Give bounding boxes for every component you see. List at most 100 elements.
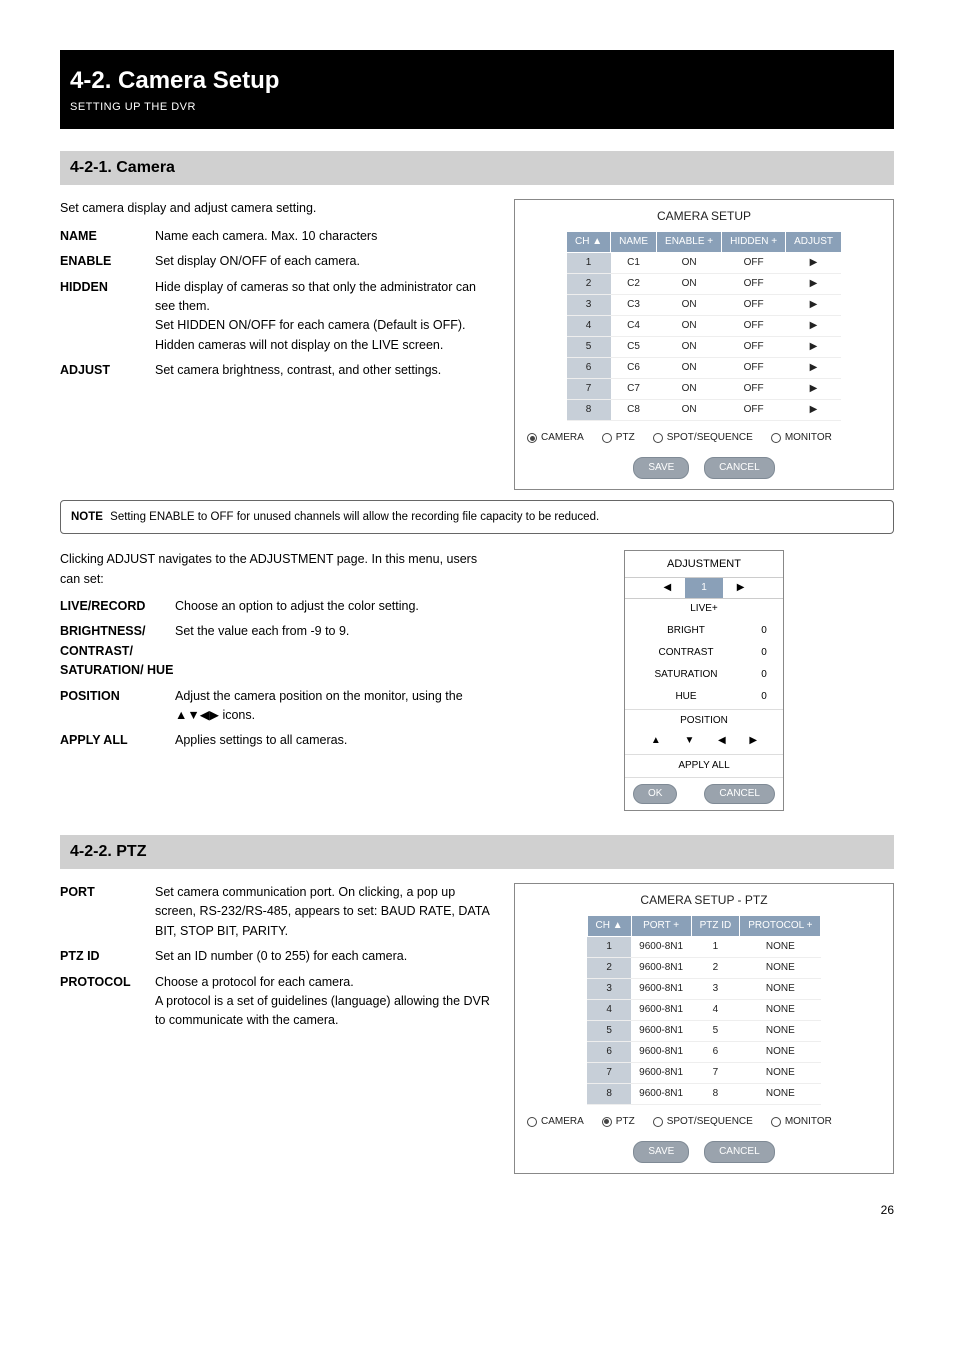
cell-ch[interactable]: 8: [587, 1083, 631, 1104]
cell-value[interactable]: ▶: [786, 295, 842, 316]
cell-value[interactable]: ON: [657, 295, 722, 316]
cell-ch[interactable]: 6: [587, 1041, 631, 1062]
cell-value[interactable]: ON: [657, 337, 722, 358]
cell-value[interactable]: OFF: [722, 358, 786, 379]
col-hidden[interactable]: HIDDEN +: [722, 232, 786, 253]
cell-value[interactable]: 3: [691, 978, 740, 999]
cell-value[interactable]: 9600-8N1: [631, 936, 691, 957]
cell-value[interactable]: 4: [691, 999, 740, 1020]
cell-ch[interactable]: 4: [587, 999, 631, 1020]
adjustment-live-toggle[interactable]: LIVE+: [625, 599, 783, 619]
cell-ch[interactable]: 3: [567, 295, 611, 316]
tab-radio[interactable]: SPOT/SEQUENCE: [653, 431, 753, 445]
cell-ch[interactable]: 5: [567, 337, 611, 358]
save-button[interactable]: SAVE: [633, 457, 689, 479]
cell-value[interactable]: NONE: [740, 978, 821, 999]
adjustment-row[interactable]: HUE0: [627, 687, 781, 707]
cell-value[interactable]: C6: [611, 358, 657, 379]
cell-value[interactable]: NONE: [740, 1062, 821, 1083]
cancel-button[interactable]: CANCEL: [704, 457, 775, 479]
col-port[interactable]: PORT +: [631, 915, 691, 936]
tab-radio[interactable]: PTZ: [602, 431, 635, 445]
ok-button[interactable]: OK: [633, 784, 677, 804]
cell-value[interactable]: 8: [691, 1083, 740, 1104]
cell-value[interactable]: OFF: [722, 274, 786, 295]
cell-value[interactable]: 6: [691, 1041, 740, 1062]
cell-value[interactable]: C1: [611, 253, 657, 274]
cell-value[interactable]: 9600-8N1: [631, 1083, 691, 1104]
cell-ch[interactable]: 2: [567, 274, 611, 295]
tab-radio[interactable]: CAMERA: [527, 431, 584, 445]
cell-value[interactable]: NONE: [740, 1020, 821, 1041]
cell-ch[interactable]: 7: [587, 1062, 631, 1083]
tab-radio[interactable]: CAMERA: [527, 1115, 584, 1129]
cell-value[interactable]: 9600-8N1: [631, 957, 691, 978]
cell-ch[interactable]: 8: [567, 400, 611, 421]
cell-value[interactable]: ON: [657, 358, 722, 379]
cell-value[interactable]: 9600-8N1: [631, 978, 691, 999]
position-left-icon[interactable]: ◀: [718, 734, 726, 748]
cell-value[interactable]: 7: [691, 1062, 740, 1083]
cell-value[interactable]: NONE: [740, 1041, 821, 1062]
tab-radio[interactable]: MONITOR: [771, 431, 832, 445]
apply-all-button[interactable]: APPLY ALL: [625, 754, 783, 778]
col-ch[interactable]: CH ▲: [567, 232, 611, 253]
cell-value[interactable]: ▶: [786, 337, 842, 358]
col-name[interactable]: NAME: [611, 232, 657, 253]
cell-value[interactable]: ON: [657, 253, 722, 274]
cell-ch[interactable]: 7: [567, 379, 611, 400]
cell-value[interactable]: OFF: [722, 337, 786, 358]
save-button[interactable]: SAVE: [633, 1141, 689, 1163]
adjustment-row[interactable]: BRIGHT0: [627, 621, 781, 641]
tab-radio[interactable]: MONITOR: [771, 1115, 832, 1129]
adjustment-row[interactable]: SATURATION0: [627, 665, 781, 685]
cell-value[interactable]: NONE: [740, 936, 821, 957]
cell-ch[interactable]: 6: [567, 358, 611, 379]
cell-value[interactable]: NONE: [740, 999, 821, 1020]
cell-ch[interactable]: 1: [567, 253, 611, 274]
cell-value[interactable]: 9600-8N1: [631, 1041, 691, 1062]
cell-value[interactable]: OFF: [722, 253, 786, 274]
col-ch[interactable]: CH ▲: [587, 915, 631, 936]
cell-ch[interactable]: 1: [587, 936, 631, 957]
cell-value[interactable]: NONE: [740, 1083, 821, 1104]
cell-value[interactable]: OFF: [722, 400, 786, 421]
cell-value[interactable]: ON: [657, 274, 722, 295]
cell-value[interactable]: ▶: [786, 316, 842, 337]
cell-value[interactable]: C2: [611, 274, 657, 295]
cell-value[interactable]: ▶: [786, 400, 842, 421]
cell-value[interactable]: C3: [611, 295, 657, 316]
cell-value[interactable]: ▶: [786, 274, 842, 295]
cell-value[interactable]: 9600-8N1: [631, 1062, 691, 1083]
cell-ch[interactable]: 5: [587, 1020, 631, 1041]
cell-value[interactable]: C5: [611, 337, 657, 358]
position-down-icon[interactable]: ▼: [684, 734, 694, 748]
cell-ch[interactable]: 4: [567, 316, 611, 337]
adjustment-row[interactable]: CONTRAST0: [627, 643, 781, 663]
cell-value[interactable]: OFF: [722, 295, 786, 316]
cancel-button[interactable]: CANCEL: [704, 1141, 775, 1163]
cell-value[interactable]: C4: [611, 316, 657, 337]
cancel-button[interactable]: CANCEL: [704, 784, 775, 804]
cell-value[interactable]: NONE: [740, 957, 821, 978]
cell-value[interactable]: C8: [611, 400, 657, 421]
cell-value[interactable]: 1: [691, 936, 740, 957]
col-adjust[interactable]: ADJUST: [786, 232, 842, 253]
col-enable[interactable]: ENABLE +: [657, 232, 722, 253]
cell-ch[interactable]: 3: [587, 978, 631, 999]
col-protocol[interactable]: PROTOCOL +: [740, 915, 821, 936]
cell-value[interactable]: 5: [691, 1020, 740, 1041]
cell-value[interactable]: ON: [657, 400, 722, 421]
cell-value[interactable]: C7: [611, 379, 657, 400]
tab-radio[interactable]: PTZ: [602, 1115, 635, 1129]
cell-value[interactable]: OFF: [722, 379, 786, 400]
cell-value[interactable]: ON: [657, 379, 722, 400]
position-right-icon[interactable]: ▶: [749, 734, 757, 748]
next-channel-icon[interactable]: ▶: [737, 581, 745, 595]
prev-channel-icon[interactable]: ◀: [664, 581, 672, 595]
cell-value[interactable]: 9600-8N1: [631, 999, 691, 1020]
cell-value[interactable]: OFF: [722, 316, 786, 337]
cell-value[interactable]: 9600-8N1: [631, 1020, 691, 1041]
cell-value[interactable]: 2: [691, 957, 740, 978]
cell-value[interactable]: ▶: [786, 358, 842, 379]
